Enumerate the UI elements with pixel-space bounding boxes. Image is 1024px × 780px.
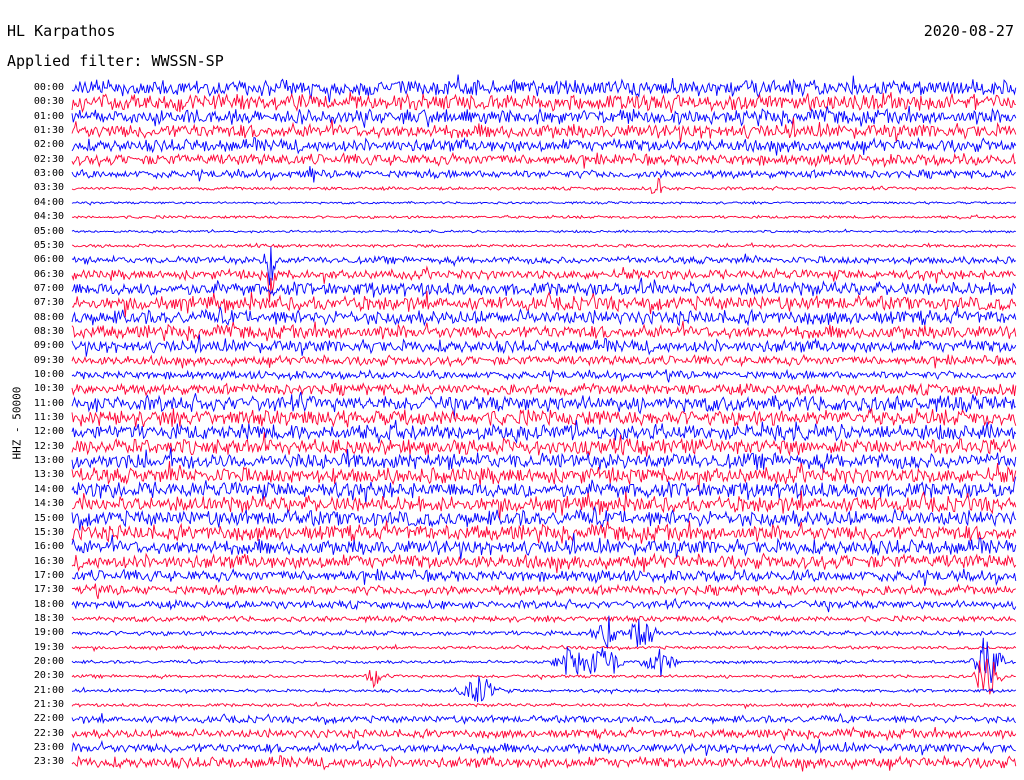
- trace-row: [71, 368, 1017, 383]
- trace-row: [71, 200, 1017, 206]
- trace-row: [71, 334, 1017, 357]
- trace-row: [71, 382, 1017, 397]
- trace-row: [71, 583, 1016, 600]
- trace-row: [71, 91, 1016, 114]
- trace-row: [71, 353, 1017, 369]
- trace-row: [71, 506, 1017, 531]
- trace-row: [71, 136, 1017, 156]
- trace-row: [71, 552, 1017, 574]
- trace-row: [71, 520, 1017, 544]
- trace-row: [71, 242, 1016, 249]
- trace-row: [71, 151, 1017, 169]
- trace-row: [71, 701, 1017, 710]
- trace-row: [71, 432, 1017, 457]
- trace-row: [71, 568, 1017, 587]
- trace-row: [71, 643, 1017, 653]
- trace-row: [71, 306, 1017, 327]
- trace-row: [71, 754, 1017, 772]
- trace-row: [71, 228, 1016, 234]
- trace-row: [71, 214, 1017, 220]
- trace-row: [71, 177, 1016, 195]
- trace-row: [71, 614, 1017, 624]
- trace-row: [71, 419, 1017, 444]
- trace-row: [71, 712, 1017, 725]
- trace-row: [71, 726, 1017, 742]
- trace-row: [71, 391, 1016, 419]
- trace-row: [71, 676, 1017, 703]
- trace-row: [71, 739, 1016, 756]
- trace-row: [71, 490, 1017, 520]
- trace-row: [71, 246, 1017, 286]
- trace-row: [71, 320, 1017, 342]
- trace-row: [71, 165, 1017, 183]
- trace-row: [71, 597, 1017, 613]
- helicorder-plot: [71, 74, 1017, 772]
